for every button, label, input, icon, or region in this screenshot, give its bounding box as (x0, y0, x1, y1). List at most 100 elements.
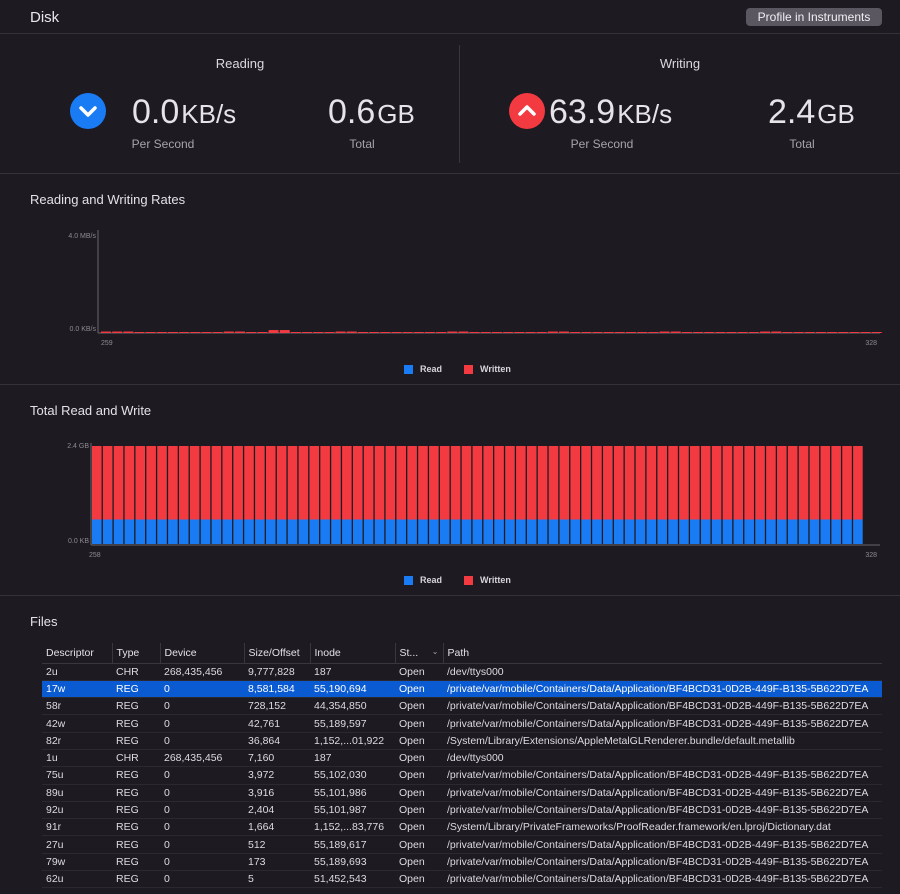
table-cell: 55,102,030 (310, 766, 395, 785)
table-row[interactable]: 17w REG 0 8,581,584 55,190,694 Open/private/v… (42, 680, 882, 699)
read-total-bar (809, 519, 820, 544)
table-row[interactable]: 82r REG 0 36,864 1,152,...01,922 Open/System/… (42, 732, 882, 750)
read-total-bar (178, 519, 189, 544)
table-row[interactable]: 91r REG 0 1,664 1,152,...83,776 Open/System/L… (42, 818, 882, 837)
written-rate-bar (503, 332, 514, 333)
table-cell: 2u (42, 663, 112, 681)
written-rate-bar (648, 332, 659, 333)
read-total-bar (668, 519, 678, 544)
table-cell: /private/var/mobile/Containers/Data/Appl… (443, 835, 882, 854)
column-header[interactable]: Type (112, 643, 161, 664)
table-cell: 9,777,828 (244, 663, 310, 681)
written-rate-bar (134, 332, 145, 333)
chevron-down-icon: ⌄ (431, 646, 439, 656)
profile-in-instruments-button[interactable]: Profile in Instruments (746, 8, 882, 26)
table-row[interactable]: 27u REG 0 512 55,189,617 Open/private/var/mob… (42, 835, 882, 854)
table-cell: REG (112, 870, 160, 889)
x-tick-label: 328 (865, 552, 877, 559)
written-rate-bar (782, 332, 793, 333)
written-total-bar (439, 446, 450, 520)
written-total-bar (124, 446, 135, 520)
table-cell: 728,152 (244, 697, 310, 716)
written-total-bar (418, 446, 428, 520)
written-rate-bar (514, 332, 525, 333)
reading-per-second-value: 0.0 (132, 93, 180, 131)
legend-written: Written (464, 364, 511, 374)
read-total-bar (233, 519, 243, 544)
table-cell: 0 (160, 784, 244, 802)
written-rate-bar (793, 332, 804, 333)
table-cell: 27u (42, 835, 112, 854)
written-rate-bar (413, 332, 424, 333)
table-row[interactable]: 75u REG 0 3,972 55,102,030 Open/private/var/m… (42, 766, 882, 785)
written-total-bar (516, 446, 526, 520)
read-total-bar (385, 519, 396, 544)
written-total-bar (352, 446, 363, 520)
table-row[interactable]: 89u REG 0 3,916 55,101,986 Open/private/var/m… (42, 784, 882, 802)
legend-read-label: Read (420, 575, 443, 585)
written-rate-bar (145, 332, 156, 333)
written-rate-bar (223, 331, 234, 333)
table-row[interactable]: 58r REG 0 728,152 44,354,850 Open/private/var… (42, 697, 882, 716)
column-header[interactable]: Inode (310, 643, 396, 664)
written-total-bar (222, 446, 233, 520)
table-row[interactable]: 2u CHR 268,435,456 9,777,828 187 Open/dev/tty… (42, 663, 882, 681)
read-total-bar (603, 519, 613, 544)
table-row[interactable]: 79w REG 0 173 55,189,693 Open/private/var/mob… (42, 853, 882, 872)
table-row[interactable]: 92u REG 0 2,404 55,101,987 Open/private/var/m… (42, 801, 882, 820)
written-rate-bar (380, 332, 391, 333)
written-rate-bar (480, 332, 491, 333)
totals-chart-section: Total Read and Write 2.4 GB 0.0 KB 258 328 … (0, 386, 900, 596)
table-row[interactable]: 1u CHR 268,435,456 7,160 187 Open/dev/ttys000 (42, 749, 882, 768)
column-header[interactable]: Descriptor (42, 643, 113, 664)
written-total-bar (592, 446, 602, 520)
table-cell: REG (112, 697, 160, 716)
written-rate-bar (424, 332, 435, 333)
written-total-bar (200, 446, 211, 520)
written-total-bar (168, 446, 178, 520)
written-rate-bar (391, 332, 402, 333)
column-header[interactable]: Path (443, 643, 882, 664)
column-header[interactable]: Size/Offset (244, 643, 311, 664)
reading-total-unit: GB (377, 99, 415, 129)
table-cell: 62u (42, 870, 112, 889)
reading-rate-circle (70, 93, 106, 129)
written-rate-bar (815, 332, 826, 333)
written-total-bar (505, 446, 515, 520)
y-tick-label: 2.4 GB (67, 443, 89, 450)
column-header[interactable]: Device (160, 643, 245, 664)
table-cell: 7,160 (244, 749, 310, 768)
writing-total-value: 2.4 (768, 93, 816, 131)
read-total-bar (787, 519, 798, 544)
read-total-bar (559, 519, 570, 544)
table-cell: Open (395, 714, 443, 733)
written-rate-bar (436, 332, 447, 333)
written-rate-bar (704, 332, 715, 333)
table-row[interactable]: 62u REG 0 5 51,452,543 Open/private/var/mobil… (42, 870, 882, 889)
table-cell: REG (112, 714, 160, 733)
written-total-bar (146, 446, 156, 520)
written-total-bar (494, 446, 504, 520)
read-total-bar (472, 519, 483, 544)
written-total-bar (276, 446, 287, 520)
column-header[interactable]: St... ⌄ (395, 643, 444, 664)
table-row[interactable]: 42w REG 0 42,761 55,189,597 Open/private/var/… (42, 714, 882, 733)
y-tick-label: 4.0 MB/s (68, 233, 96, 240)
written-rate-bar (570, 332, 581, 333)
read-total-bar (189, 519, 200, 544)
x-tick-label: 259 (101, 340, 113, 347)
written-total-bar (787, 446, 798, 520)
table-cell: /private/var/mobile/Containers/Data/Appl… (443, 784, 882, 802)
written-rate-bar (726, 332, 737, 333)
read-total-bar (700, 519, 711, 544)
table-cell: Open (395, 697, 443, 716)
read-total-bar (407, 519, 417, 544)
table-cell: 0 (160, 714, 244, 733)
written-rate-bar (681, 332, 692, 333)
read-total-bar (679, 519, 689, 544)
written-rate-bar (369, 332, 380, 333)
table-cell: Open (395, 680, 443, 699)
table-cell: /private/var/mobile/Containers/Data/Appl… (443, 801, 882, 820)
read-total-bar (157, 519, 167, 544)
stats-divider (459, 45, 460, 163)
